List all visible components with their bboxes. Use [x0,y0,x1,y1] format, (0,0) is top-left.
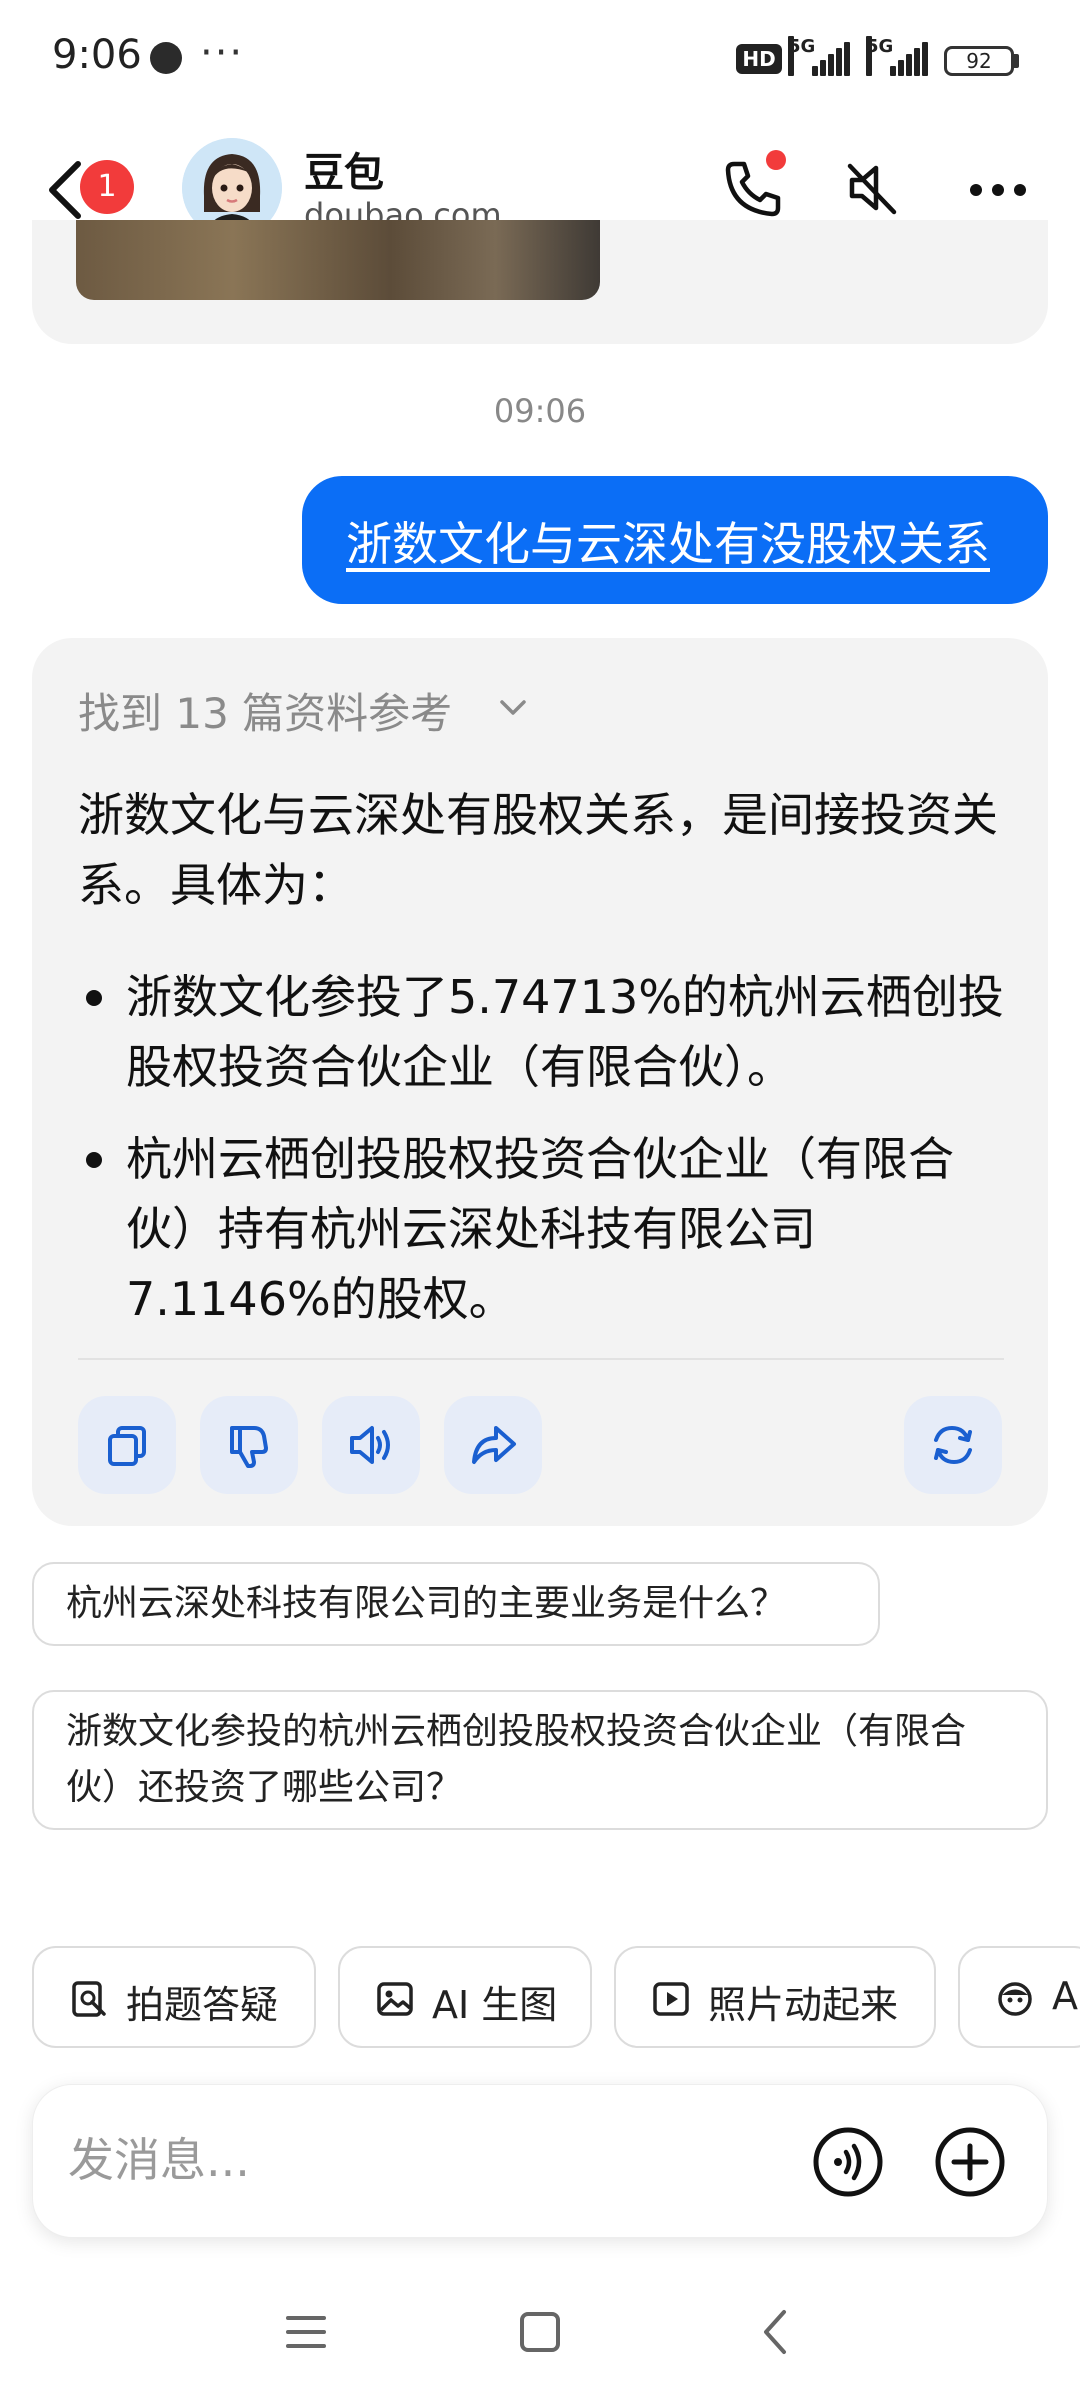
battery-indicator: 92 [944,46,1014,76]
plus-circle-icon [935,2127,1005,2197]
tool-label: AI 生图 [432,1983,558,2027]
tool-avatar[interactable]: A [958,1946,1080,2048]
mute-button[interactable] [842,158,902,218]
tool-animate-photo[interactable]: 照片动起来 [614,1946,936,2048]
read-aloud-button[interactable] [322,1396,420,1494]
nav-back-icon[interactable] [760,2306,790,2358]
message-input[interactable] [66,2124,770,2196]
nav-menu-icon[interactable] [284,2312,328,2352]
speaker-icon [350,1426,390,1464]
tool-label: A [1052,1974,1078,2018]
share-arrow-icon [472,1426,516,1464]
tool-photo-question[interactable]: 拍题答疑 [32,1946,316,2048]
more-options-button[interactable] [966,170,1030,210]
suggestion-chip-1[interactable]: 杭州云深处科技有限公司的主要业务是什么？ [32,1562,880,1646]
photo-question-icon [72,1981,106,2017]
tool-label: 照片动起来 [708,1983,899,2027]
voice-input-button[interactable] [812,2126,884,2198]
speaker-mute-icon [847,163,897,215]
references-toggle[interactable]: 找到 13 篇资料参考 [78,680,452,741]
face-icon [998,1982,1032,2016]
hd-badge: HD [736,44,782,74]
copy-button[interactable] [78,1396,176,1494]
bullet-marker [86,990,102,1006]
answer-bullet-1: 浙数文化参投了5.74713%的杭州云栖创投股权投资合伙企业（有限合伙）。 [126,970,1004,1094]
thumbs-down-icon [230,1426,268,1468]
refresh-icon [934,1425,972,1465]
voice-wave-icon [813,2127,883,2197]
share-button[interactable] [444,1396,542,1494]
battery-tip [1014,54,1019,68]
dislike-button[interactable] [200,1396,298,1494]
status-time: 9:06 [52,32,142,78]
chat-title: 豆包 [304,150,384,196]
answer-divider [78,1358,1004,1360]
play-icon [653,1982,689,2016]
more-horizontal-icon [970,184,1026,196]
answer-bullet-2: 杭州云栖创投股权投资合伙企业（有限合伙）持有杭州云深处科技有限公司7.1146%… [126,1132,954,1326]
signal-1-icon: 5G [788,36,852,76]
bullet-marker [86,1152,102,1168]
nav-home-icon[interactable] [518,2310,562,2354]
tool-label: 拍题答疑 [126,1983,279,2027]
signal-2-icon: 5G [866,36,930,76]
answer-intro: 浙数文化与云深处有股权关系，是间接投资关系。具体为： [78,788,998,912]
suggestion-chip-2[interactable]: 浙数文化参投的杭州云栖创投股权投资合伙企业（有限合伙）还投资了哪些公司？ [32,1690,1048,1830]
image-icon [377,1982,413,2016]
chevron-down-icon[interactable] [496,690,530,724]
unread-badge: 1 [80,160,134,214]
clock-status-icon [150,42,182,74]
previous-message-image[interactable] [76,220,600,300]
copy-icon [108,1426,146,1466]
message-timestamp: 09:06 [493,392,587,430]
tool-ai-image[interactable]: AI 生图 [338,1946,592,2048]
call-notification-dot [766,150,786,170]
regenerate-button[interactable] [904,1396,1002,1494]
user-message-text[interactable]: 浙数文化与云深处有没股权关系 [346,508,990,574]
more-status-icon: ··· [200,30,245,76]
add-attachment-button[interactable] [934,2126,1006,2198]
